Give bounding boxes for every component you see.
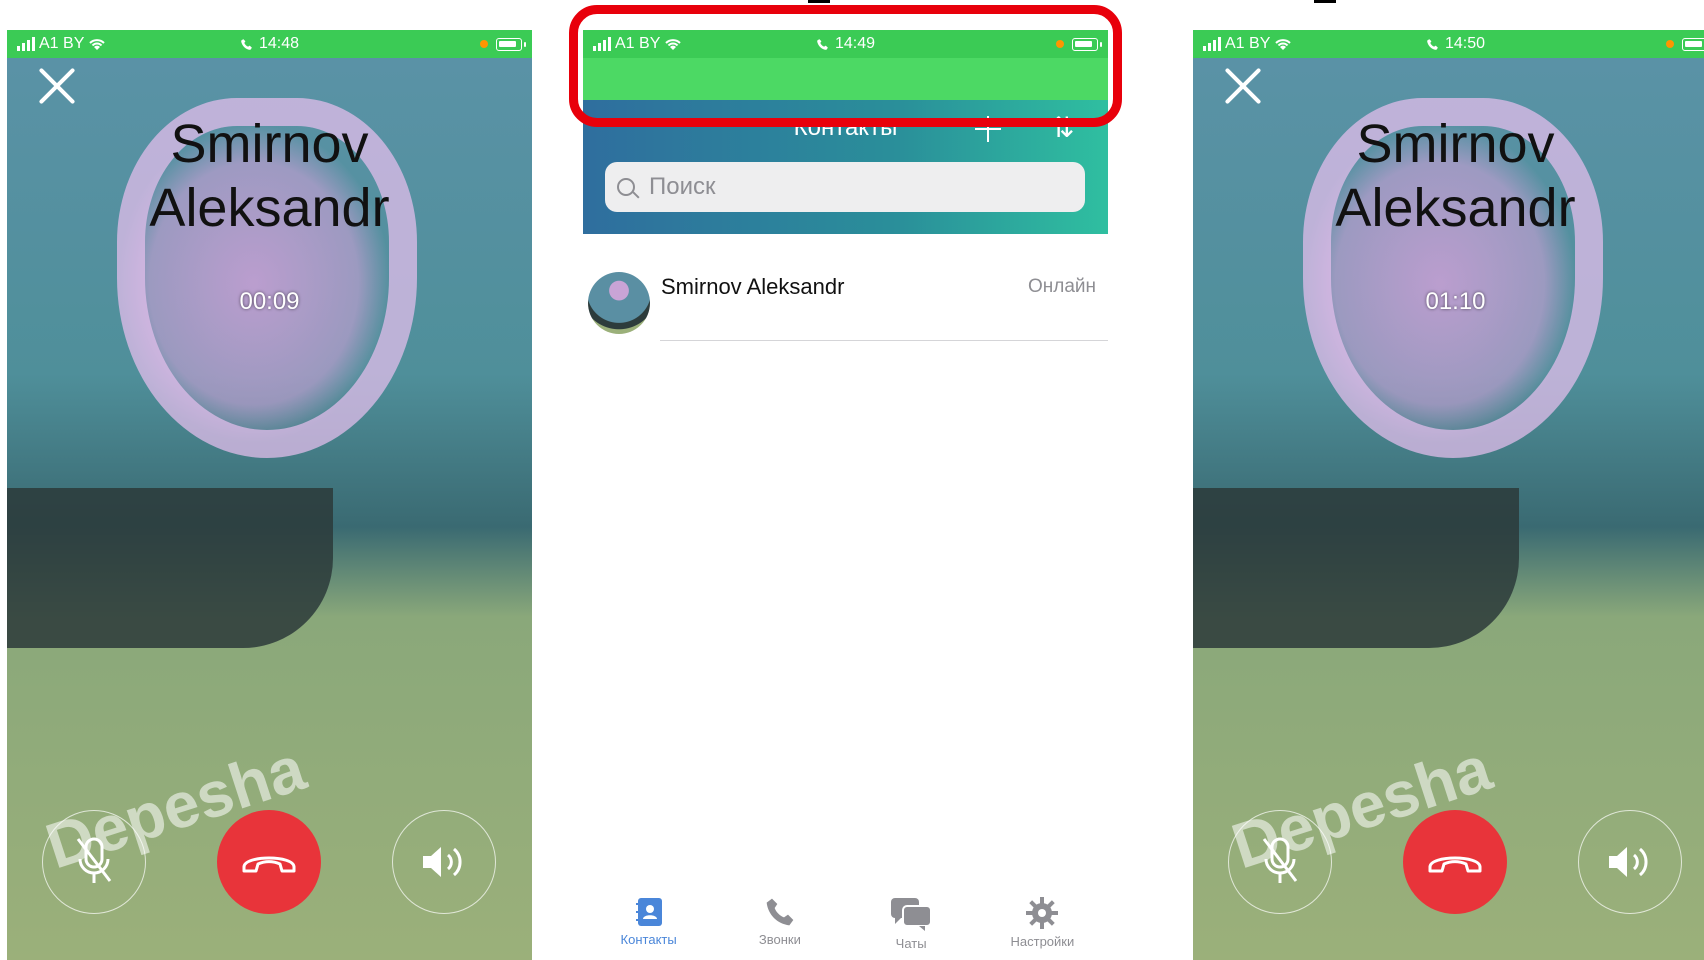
call-in-progress-bar[interactable] (583, 58, 1108, 100)
page-title: Контакты (793, 114, 898, 141)
status-bar: A1 BY 14:48 (7, 30, 532, 58)
chat-bubbles-icon (891, 898, 933, 931)
speaker-button[interactable] (392, 810, 496, 914)
mic-indicator-icon (1056, 40, 1064, 48)
tab-bar: Контакты Звонки Чаты Настройки (583, 896, 1108, 960)
phone-icon (241, 38, 252, 50)
contacts-screen: A1 BY 14:49 Контакты ⇅ Smirnov Aleksandr… (583, 30, 1108, 960)
clock: 14:48 (258, 35, 300, 52)
search-input[interactable] (647, 172, 1071, 202)
add-contact-icon[interactable] (975, 116, 1001, 142)
caller-name: Smirnov Aleksandr (1193, 112, 1704, 240)
phone-icon (817, 38, 828, 50)
contact-row[interactable]: Smirnov Aleksandr Онлайн (583, 270, 1108, 366)
call-screen-right: A1 BY 14:50 Smirnov Aleksandr 01:10 Depe… (1193, 30, 1704, 960)
contacts-header: Контакты ⇅ (583, 100, 1108, 234)
battery-icon (1072, 37, 1102, 51)
clock: 14:49 (834, 35, 876, 52)
speaker-icon (1609, 847, 1648, 877)
mic-indicator-icon (1666, 40, 1674, 48)
call-timer: 00:09 (239, 288, 300, 315)
caller-first-name: Smirnov (1356, 114, 1555, 174)
tab-label: Настройки (1010, 934, 1075, 949)
tab-settings[interactable]: Настройки (977, 896, 1108, 960)
hangup-button[interactable] (217, 810, 321, 914)
contact-status: Онлайн (1027, 276, 1096, 297)
mic-indicator-icon (480, 40, 488, 48)
speaker-icon (423, 847, 462, 877)
status-bar: A1 BY 14:49 (583, 30, 1108, 58)
caller-first-name: Smirnov (170, 114, 369, 174)
search-icon (617, 178, 635, 196)
phone-icon (1427, 38, 1438, 50)
phone-shape (1193, 488, 1519, 648)
divider (660, 340, 1108, 341)
contact-name: Smirnov Aleksandr (661, 274, 845, 299)
tab-contacts[interactable]: Контакты (583, 896, 714, 960)
mic-off-icon (1262, 837, 1298, 883)
mic-off-icon (76, 837, 112, 883)
hangup-icon (1428, 856, 1482, 873)
call-screen-left: A1 BY 14:48 Smirnov Aleksandr 00:09 Depe… (7, 30, 532, 960)
tab-label: Звонки (758, 932, 801, 947)
hangup-icon (242, 856, 296, 873)
gear-icon (1026, 897, 1059, 929)
phone-shape (7, 488, 333, 648)
call-timer: 01:10 (1425, 288, 1486, 315)
caller-name: Smirnov Aleksandr (7, 112, 532, 240)
close-icon[interactable] (1223, 66, 1263, 106)
mute-button[interactable] (42, 810, 146, 914)
battery-icon (1682, 37, 1704, 51)
tab-label: Чаты (895, 936, 927, 951)
mute-button[interactable] (1228, 810, 1332, 914)
avatar (588, 272, 650, 334)
close-icon[interactable] (37, 66, 77, 106)
tab-calls[interactable]: Звонки (714, 896, 845, 960)
battery-icon (496, 37, 526, 51)
sort-icon[interactable]: ⇅ (1051, 114, 1074, 142)
hangup-button[interactable] (1403, 810, 1507, 914)
search-bar[interactable] (605, 162, 1085, 212)
status-bar: A1 BY 14:50 (1193, 30, 1704, 58)
speaker-button[interactable] (1578, 810, 1682, 914)
contacts-book-icon (635, 898, 662, 926)
tab-label: Контакты (620, 932, 677, 947)
caller-last-name: Aleksandr (1335, 178, 1576, 238)
caller-last-name: Aleksandr (149, 178, 390, 238)
phone-icon (766, 898, 794, 926)
tab-chats[interactable]: Чаты (846, 896, 977, 960)
clock: 14:50 (1444, 35, 1486, 52)
